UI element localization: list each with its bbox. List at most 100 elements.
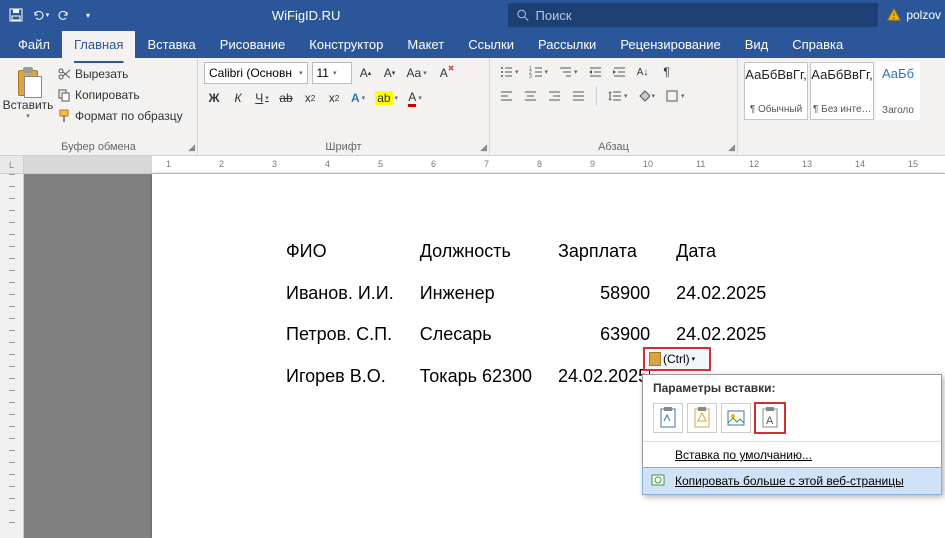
font-size-selector[interactable]: 11▾ bbox=[312, 62, 352, 84]
save-icon[interactable] bbox=[6, 5, 26, 25]
underline-button[interactable]: Ч▾ bbox=[252, 88, 272, 108]
redo-icon[interactable] bbox=[54, 5, 74, 25]
font-name-selector[interactable]: Calibri (Основн▾ bbox=[204, 62, 308, 84]
font-color-button[interactable]: A▾ bbox=[405, 88, 425, 108]
paste-merge-button[interactable] bbox=[687, 403, 717, 433]
subscript-button[interactable]: x2 bbox=[300, 88, 320, 108]
ruler-tick: 6 bbox=[431, 159, 436, 169]
title-bar: ▾ ▾ WiFigID.RU polzov bbox=[0, 0, 945, 30]
clear-formatting-button[interactable]: A✖ bbox=[434, 63, 454, 83]
cut-button[interactable]: Вырезать bbox=[54, 64, 186, 84]
ruler-tick: 9 bbox=[590, 159, 595, 169]
tab-references[interactable]: Ссылки bbox=[456, 31, 526, 58]
ruler-corner: L bbox=[0, 156, 24, 173]
numbering-button[interactable]: 123▾ bbox=[526, 62, 552, 82]
tab-layout[interactable]: Макет bbox=[395, 31, 456, 58]
paste-keep-source-button[interactable] bbox=[653, 403, 683, 433]
tab-insert[interactable]: Вставка bbox=[135, 31, 207, 58]
tab-mailings[interactable]: Рассылки bbox=[526, 31, 608, 58]
outdent-icon bbox=[588, 65, 602, 79]
justify-icon bbox=[571, 89, 585, 103]
highlight-button[interactable]: ab▾ bbox=[372, 88, 401, 108]
style-no-spacing[interactable]: АаБбВвГг, ¶ Без инте… bbox=[810, 62, 874, 120]
ruler-tick: 5 bbox=[378, 159, 383, 169]
paste-picture-button[interactable] bbox=[721, 403, 751, 433]
paste-button[interactable]: Вставить ▾ bbox=[6, 62, 50, 132]
document-page[interactable]: ФИО Должность Зарплата Дата Иванов. И.И.… bbox=[152, 174, 945, 538]
paste-ctrl-button[interactable]: (Ctrl) ▾ bbox=[643, 347, 711, 371]
tab-file[interactable]: Файл bbox=[6, 31, 62, 58]
grow-font-button[interactable]: A▴ bbox=[356, 63, 376, 83]
web-copy-icon bbox=[651, 473, 665, 487]
style-heading1[interactable]: АаБб Заголо bbox=[876, 62, 920, 120]
paragraph-launcher-icon[interactable]: ◢ bbox=[728, 142, 735, 153]
search-input[interactable] bbox=[536, 8, 871, 23]
qat-customize-icon[interactable]: ▾ bbox=[78, 5, 98, 25]
clipboard-merge-icon bbox=[692, 407, 712, 429]
tab-home[interactable]: Главная bbox=[62, 31, 135, 58]
increase-indent-button[interactable] bbox=[609, 62, 629, 82]
strikethrough-button[interactable]: ab bbox=[276, 88, 296, 108]
paste-options-popup: (Ctrl) ▾ Параметры вставки: A bbox=[642, 374, 942, 495]
italic-button[interactable]: К bbox=[228, 88, 248, 108]
sort-button[interactable]: A↓ bbox=[633, 62, 653, 82]
group-label-font: Шрифт bbox=[204, 139, 483, 153]
change-case-button[interactable]: Aa▾ bbox=[404, 63, 430, 83]
ruler-tick: 10 bbox=[643, 159, 653, 169]
copy-button[interactable]: Копировать bbox=[54, 85, 186, 105]
undo-icon[interactable]: ▾ bbox=[30, 5, 50, 25]
justify-button[interactable] bbox=[568, 86, 588, 106]
paste-text-only-button[interactable]: A bbox=[755, 403, 785, 433]
style-normal[interactable]: АаБбВвГг, ¶ Обычный bbox=[744, 62, 808, 120]
tab-help[interactable]: Справка bbox=[780, 31, 855, 58]
bold-button[interactable]: Ж bbox=[204, 88, 224, 108]
bullets-button[interactable]: ▾ bbox=[496, 62, 522, 82]
search-box[interactable] bbox=[508, 3, 878, 27]
align-center-button[interactable] bbox=[520, 86, 540, 106]
shading-button[interactable]: ▾ bbox=[635, 86, 659, 106]
borders-button[interactable]: ▾ bbox=[662, 86, 688, 106]
copy-more-menu-item[interactable]: Копировать больше с этой веб-страницы bbox=[642, 467, 942, 495]
group-styles: АаБбВвГг, ¶ Обычный АаБбВвГг, ¶ Без инте… bbox=[738, 58, 945, 155]
shrink-font-button[interactable]: A▾ bbox=[380, 63, 400, 83]
vertical-ruler[interactable] bbox=[0, 174, 24, 538]
tab-design[interactable]: Конструктор bbox=[297, 31, 395, 58]
search-icon bbox=[516, 8, 529, 22]
group-font: Calibri (Основн▾ 11▾ A▴ A▾ Aa▾ A✖ Ж К Ч▾… bbox=[198, 58, 490, 155]
quick-access-toolbar: ▾ ▾ bbox=[0, 0, 104, 30]
svg-text:A: A bbox=[766, 415, 774, 427]
line-spacing-button[interactable]: ▾ bbox=[605, 86, 631, 106]
copy-icon bbox=[57, 88, 71, 102]
user-account[interactable]: polzov bbox=[886, 7, 945, 23]
text-effects-button[interactable]: A▾ bbox=[348, 88, 368, 108]
tab-review[interactable]: Рецензирование bbox=[608, 31, 732, 58]
show-marks-button[interactable]: ¶ bbox=[657, 62, 677, 82]
horizontal-ruler[interactable]: L 123456789101112131415 bbox=[0, 156, 945, 174]
align-center-icon bbox=[523, 89, 537, 103]
tab-view[interactable]: Вид bbox=[733, 31, 781, 58]
spacing-icon bbox=[608, 89, 622, 103]
doc-row: Петров. С.П. Слесарь 63900 24.02.2025 bbox=[286, 315, 790, 355]
clipboard-launcher-icon[interactable]: ◢ bbox=[188, 142, 195, 153]
font-launcher-icon[interactable]: ◢ bbox=[480, 142, 487, 153]
ribbon-tabs: Файл Главная Вставка Рисование Конструкт… bbox=[0, 30, 945, 58]
align-left-icon bbox=[499, 89, 513, 103]
format-painter-button[interactable]: Формат по образцу bbox=[54, 106, 186, 126]
group-label-clipboard: Буфер обмена bbox=[6, 139, 191, 153]
ruler-tick: 4 bbox=[325, 159, 330, 169]
paste-default-menu-item[interactable]: Вставка по умолчанию... bbox=[643, 442, 941, 468]
brush-icon bbox=[57, 109, 71, 123]
ruler-tick: 11 bbox=[696, 159, 705, 169]
align-right-button[interactable] bbox=[544, 86, 564, 106]
decrease-indent-button[interactable] bbox=[585, 62, 605, 82]
ruler-tick: 3 bbox=[272, 159, 277, 169]
align-left-button[interactable] bbox=[496, 86, 516, 106]
multilevel-button[interactable]: ▾ bbox=[555, 62, 581, 82]
bucket-icon bbox=[638, 90, 650, 102]
clipboard-formatted-icon bbox=[658, 407, 678, 429]
superscript-button[interactable]: x2 bbox=[324, 88, 344, 108]
tab-draw[interactable]: Рисование bbox=[208, 31, 297, 58]
clipboard-picture-icon bbox=[726, 407, 746, 429]
group-paragraph: ▾ 123▾ ▾ A↓ ¶ ▾ ▾ ▾ Абзац ◢ bbox=[490, 58, 738, 155]
ruler-tick: 13 bbox=[802, 159, 812, 169]
